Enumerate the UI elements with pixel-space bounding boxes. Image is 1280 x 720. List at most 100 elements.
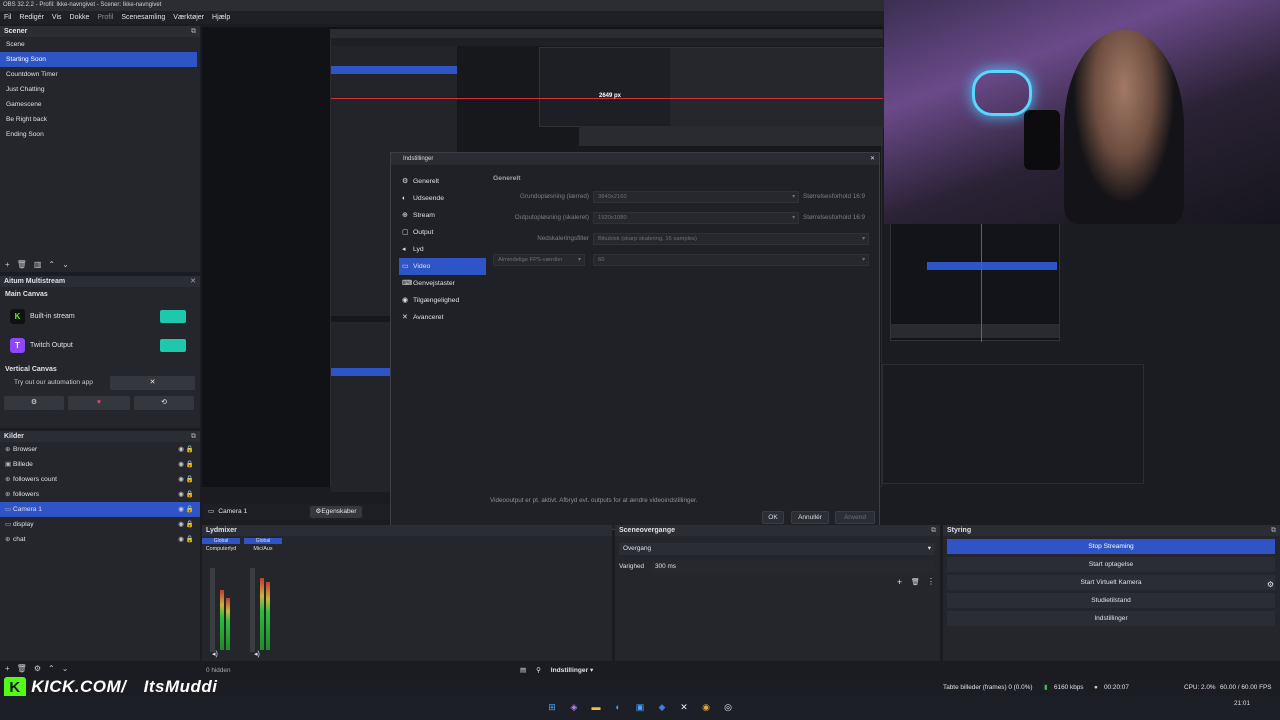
gear-icon[interactable]: ⚙: [34, 664, 41, 673]
scenes-header: Scener ⧉: [0, 26, 200, 37]
visibility-lock-icon[interactable]: ◉ 🔒: [178, 487, 194, 502]
trash-icon[interactable]: 🗑: [911, 578, 920, 586]
nav-tilgaengelighed[interactable]: ◉ Tilgængelighed: [399, 292, 486, 309]
undock-icon[interactable]: ⧉: [191, 26, 196, 37]
nav-lyd[interactable]: ◂ Lyd: [399, 241, 486, 258]
trash-icon[interactable]: 🗑: [17, 664, 27, 673]
scene-item-selected[interactable]: Starting Soon: [0, 52, 197, 67]
capcut-icon[interactable]: ✕: [678, 701, 690, 713]
close-icon[interactable]: ✕: [870, 153, 875, 165]
nav-udseende[interactable]: ◐ Udseende: [399, 190, 486, 207]
dismiss-icon[interactable]: ✕: [110, 376, 195, 390]
copilot-icon[interactable]: ◈: [568, 701, 580, 713]
filter-select[interactable]: Bikubisk (skarp skalering, 16 samples) ▾: [593, 233, 869, 245]
base-res-select[interactable]: 3840x2160 ▾: [593, 191, 799, 203]
source-item[interactable]: ▭ display ◉ 🔒: [0, 517, 200, 532]
scene-item[interactable]: Countdown Timer: [0, 67, 197, 82]
link-icon[interactable]: ⚲: [536, 667, 541, 674]
mute-icon[interactable]: ◂): [254, 650, 260, 658]
fps-type-select[interactable]: Almindelige FPS-værdier ▾: [493, 254, 585, 266]
visibility-lock-icon[interactable]: ◉ 🔒: [178, 532, 194, 547]
arrow-up-icon[interactable]: ⌃: [48, 260, 55, 269]
arrow-down-icon[interactable]: ⌄: [62, 664, 69, 673]
volume-fader[interactable]: [250, 568, 255, 652]
add-icon[interactable]: +: [897, 577, 902, 587]
app-icon[interactable]: ◆: [656, 701, 668, 713]
stream-toggle[interactable]: [160, 339, 186, 352]
nav-avanceret[interactable]: ✕ Avanceret: [399, 309, 486, 326]
source-item-selected[interactable]: ▭ Camera 1 ◉ 🔒: [0, 502, 200, 517]
obs-icon[interactable]: ◎: [722, 701, 734, 713]
settings-gear-icon[interactable]: ⚙: [4, 396, 64, 410]
windows-start-icon[interactable]: ⊞: [546, 701, 558, 713]
source-item[interactable]: ⊕ Browser ◉ 🔒: [0, 442, 200, 457]
scene-item[interactable]: Scene: [0, 37, 197, 52]
add-icon[interactable]: +: [5, 664, 10, 673]
settings-panel: Generelt Grundopløsning (lærred) 3840x21…: [489, 171, 877, 301]
source-item[interactable]: ▣ Billede ◉ 🔒: [0, 457, 200, 472]
settings-button[interactable]: Indstillinger: [947, 611, 1275, 626]
undock-icon[interactable]: ⧉: [931, 525, 936, 536]
stop-streaming-button[interactable]: Stop Streaming: [947, 539, 1275, 554]
studio-mode-button[interactable]: Studietilstand: [947, 593, 1275, 608]
transition-select[interactable]: Overgang ▾: [619, 543, 935, 555]
volume-fader[interactable]: [210, 568, 215, 652]
file-explorer-icon[interactable]: ▬: [590, 701, 602, 713]
visibility-lock-icon[interactable]: ◉ 🔒: [178, 502, 194, 517]
layout-icon[interactable]: ▤: [520, 667, 526, 674]
output-res-select[interactable]: 1920x1080 ▾: [593, 212, 799, 224]
menu-profil[interactable]: Profil: [93, 11, 117, 24]
visibility-lock-icon[interactable]: ◉ 🔒: [178, 457, 194, 472]
nav-generelt[interactable]: ⚙ Generelt: [399, 173, 486, 190]
source-item[interactable]: ⊕ chat ◉ 🔒: [0, 532, 200, 547]
apply-button[interactable]: Anvend: [835, 511, 875, 524]
undock-icon[interactable]: ⧉: [1271, 525, 1276, 536]
nav-genvejstaster[interactable]: ⌨ Genvejstaster: [399, 275, 486, 292]
more-icon[interactable]: ⋮: [927, 577, 935, 586]
settings-menu-label[interactable]: Indstillinger: [551, 667, 588, 674]
menu-scenesamling[interactable]: Scenesamling: [117, 11, 169, 24]
fps-select[interactable]: 60 ▾: [593, 254, 869, 266]
nav-stream[interactable]: ⊕ Stream: [399, 207, 486, 224]
ok-button[interactable]: OK: [762, 511, 784, 524]
duration-spinbox[interactable]: 300 ms: [651, 560, 935, 573]
heart-icon[interactable]: ♥: [68, 396, 130, 410]
chrome-icon[interactable]: ◉: [700, 701, 712, 713]
menu-dokke[interactable]: Dokke: [66, 11, 94, 24]
trash-icon[interactable]: 🗑: [17, 260, 27, 269]
edge-icon[interactable]: ◐: [612, 701, 624, 713]
undock-icon[interactable]: ⧉: [191, 431, 196, 442]
source-name: Billede: [13, 461, 33, 468]
scene-item[interactable]: Be Right back: [0, 112, 197, 127]
signal-icon: ▮: [1044, 684, 1048, 691]
source-item[interactable]: ⊕ followers count ◉ 🔒: [0, 472, 200, 487]
filter-icon[interactable]: ▥: [34, 260, 42, 269]
refresh-icon[interactable]: ⟲: [134, 396, 194, 410]
visibility-lock-icon[interactable]: ◉ 🔒: [178, 517, 194, 532]
scene-item[interactable]: Ending Soon: [0, 127, 197, 142]
cancel-button[interactable]: Annullér: [791, 511, 829, 524]
start-recording-button[interactable]: Start optagelse: [947, 557, 1275, 572]
nav-output[interactable]: ▢ Output: [399, 224, 486, 241]
visibility-lock-icon[interactable]: ◉ 🔒: [178, 472, 194, 487]
scene-item[interactable]: Gamescene: [0, 97, 197, 112]
add-icon[interactable]: +: [5, 260, 10, 269]
menu-vis[interactable]: Vis: [48, 11, 66, 24]
visibility-lock-icon[interactable]: ◉ 🔒: [178, 442, 194, 457]
stream-toggle[interactable]: [160, 310, 186, 323]
close-icon[interactable]: ✕: [190, 276, 196, 287]
gear-icon[interactable]: ⚙: [1267, 580, 1274, 589]
source-item[interactable]: ⊕ followers ◉ 🔒: [0, 487, 200, 502]
start-virtual-camera-button[interactable]: Start Virtuelt Kamera: [947, 575, 1275, 590]
nav-video[interactable]: ▭ Video: [399, 258, 486, 275]
arrow-up-icon[interactable]: ⌃: [48, 664, 55, 673]
menu-rediger[interactable]: Redigér: [15, 11, 48, 24]
scene-item[interactable]: Just Chatting: [0, 82, 197, 97]
arrow-down-icon[interactable]: ⌄: [62, 260, 69, 269]
menu-hjaelp[interactable]: Hjælp: [208, 11, 234, 24]
properties-button[interactable]: ⚙Egenskaber: [310, 506, 362, 518]
mute-icon[interactable]: ◂): [212, 650, 218, 658]
menu-fil[interactable]: Fil: [0, 11, 15, 24]
menu-vaerktoejer[interactable]: Værktøjer: [169, 11, 208, 24]
store-icon[interactable]: ▣: [634, 701, 646, 713]
